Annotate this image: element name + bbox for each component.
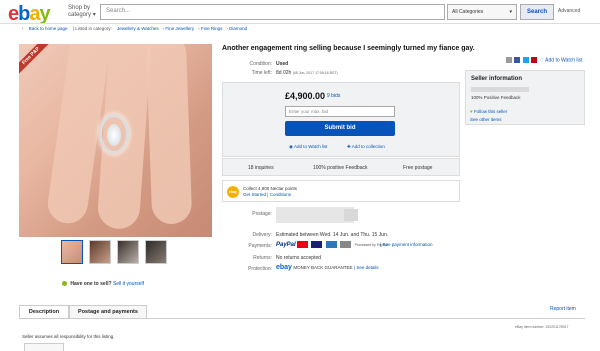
seller-name-redacted xyxy=(471,87,529,92)
diamond-gem xyxy=(107,124,121,146)
postage-label: Postage: xyxy=(252,211,272,217)
back-arrow-icon: ‹ xyxy=(22,26,24,31)
free-postage-ribbon: Free P&P xyxy=(19,44,53,78)
email-icon[interactable] xyxy=(506,57,512,63)
listing-stats: 18 inquiries 100% positive Feedback Free… xyxy=(222,158,460,176)
condition-value: Used xyxy=(276,61,289,67)
payment-methods: PayPal Processed by PayPal | See payment… xyxy=(276,241,432,248)
card-icon xyxy=(340,241,352,248)
processed-by-paypal: Processed by PayPal xyxy=(354,242,388,247)
eye-icon: ◉ xyxy=(289,144,293,149)
plus-icon: ✚ xyxy=(347,144,351,149)
see-other-items-link[interactable]: See other items xyxy=(470,117,502,122)
breadcrumb-item[interactable]: Jewellery & Watches xyxy=(117,26,159,31)
delivery-value: Estimated between Wed. 14 Jun. and Thu. … xyxy=(276,232,389,238)
finger-shape xyxy=(145,44,193,225)
returns-label: Returns: xyxy=(253,255,272,261)
facebook-icon[interactable] xyxy=(514,57,521,63)
delivery-label: Delivery: xyxy=(252,232,272,238)
current-price: £4,900.00 xyxy=(285,91,326,101)
tab-description[interactable]: Description xyxy=(19,305,69,319)
payments-label: Payments: xyxy=(248,243,272,249)
thumbnail-strip xyxy=(61,240,171,266)
time-left-label: Time left: xyxy=(251,70,272,76)
pinterest-icon[interactable] xyxy=(531,57,538,63)
time-left-value: 8d 02h (08 Jun, 2017 17:06:16 BST) xyxy=(276,70,338,76)
bid-panel: £4,900.00 9 bids Enter your max. bid Sub… xyxy=(222,82,460,157)
thumbnail-2[interactable] xyxy=(89,240,111,264)
protection-label: Protection: xyxy=(248,266,272,272)
max-bid-input[interactable]: Enter your max. bid xyxy=(285,106,395,117)
submit-bid-button[interactable]: Submit bid xyxy=(285,121,395,136)
listing-title: Another engagement ring selling because … xyxy=(222,45,475,52)
postage-summary: Free postage xyxy=(403,165,433,171)
advanced-search-link[interactable]: Advanced xyxy=(558,8,580,14)
ebay-protection-logo: ebay xyxy=(276,264,292,271)
see-details-link[interactable]: | See details xyxy=(354,265,379,270)
item-specifics-box xyxy=(24,343,64,351)
follow-seller-link[interactable]: ♥ Follow this seller xyxy=(470,109,507,114)
breadcrumb-item[interactable]: Fine Jewellery xyxy=(165,26,194,31)
money-back-guarantee: ebay MONEY BACK GUARANTEE | See details xyxy=(276,264,379,271)
tab-divider xyxy=(19,318,585,319)
seller-info-heading: Seller information xyxy=(471,76,523,82)
breadcrumb-item[interactable]: Diamond xyxy=(229,26,247,31)
breadcrumb: ‹ Back to home page | Listed in category… xyxy=(22,26,248,31)
category-select[interactable]: All Categories ▾ xyxy=(447,4,517,20)
visa-icon xyxy=(311,241,323,248)
back-to-home-link[interactable]: Back to home page xyxy=(29,26,68,31)
have-one-to-sell: Have one to sell? Sell it yourself xyxy=(62,281,144,287)
seller-assumes-text: Seller assumes all responsibility for th… xyxy=(22,334,115,339)
header-divider xyxy=(0,23,600,24)
sell-it-yourself-link[interactable]: Sell it yourself xyxy=(113,281,144,287)
add-to-watch-list-button[interactable]: ◉ Add to Watch list xyxy=(289,144,328,150)
paypal-logo: PayPal xyxy=(276,241,296,248)
get-started-link[interactable]: Get Started xyxy=(243,192,266,197)
listed-in-label: | Listed in category: xyxy=(72,26,112,31)
report-item-link[interactable]: Report item xyxy=(550,306,576,312)
breadcrumb-item[interactable]: Fine Rings xyxy=(201,26,223,31)
reward-links: Get Started | Conditions xyxy=(243,192,291,197)
postage-value-redacted xyxy=(344,209,358,221)
add-to-collection-button[interactable]: ✚ Add to collection xyxy=(347,144,385,150)
payment-info-link[interactable]: | See payment information xyxy=(380,242,432,247)
collect-points-text: Collect 4,900 Nectar points xyxy=(243,186,298,191)
heart-icon: ♥ xyxy=(470,109,473,114)
sell-icon xyxy=(62,281,67,287)
conditions-link[interactable]: | Conditions xyxy=(267,192,291,197)
share-bar: ♡ Add to Watch list xyxy=(506,57,583,63)
chevron-down-icon: ▾ xyxy=(509,9,512,15)
search-button[interactable]: Search xyxy=(520,4,554,20)
ebay-coin-icon: ebay xyxy=(227,186,239,198)
thumbnail-3[interactable] xyxy=(117,240,139,264)
bid-count-link[interactable]: 9 bids xyxy=(327,93,340,99)
tab-postage-payments[interactable]: Postage and payments xyxy=(69,305,147,319)
add-to-watch-list-link[interactable]: Add to Watch list xyxy=(545,57,582,63)
ebay-logo[interactable]: ebay xyxy=(8,4,51,24)
search-input[interactable]: Search... xyxy=(100,4,445,20)
thumbnail-1[interactable] xyxy=(61,240,83,264)
chevron-down-icon: ▾ xyxy=(92,12,96,18)
returns-value: No returns accepted xyxy=(276,255,322,261)
nectar-reward: ebay Collect 4,900 Nectar points Get Sta… xyxy=(222,180,460,202)
amex-icon xyxy=(325,241,337,248)
shop-by-category-button[interactable]: Shop by category ▾ xyxy=(68,5,98,19)
item-number: eBay item number: 192201178917 xyxy=(515,325,569,329)
postage-value-redacted xyxy=(276,207,354,223)
inquiries-count: 18 inquiries xyxy=(248,165,274,171)
main-product-image[interactable]: Free P&P xyxy=(19,44,212,237)
condition-label: Condition: xyxy=(249,61,272,67)
heart-icon: ♡ xyxy=(539,57,545,64)
mastercard-icon xyxy=(297,241,309,248)
seller-positive-feedback: 100% Positive Feedback xyxy=(471,95,521,100)
thumbnail-4[interactable] xyxy=(145,240,167,264)
twitter-icon[interactable] xyxy=(522,57,529,63)
seller-feedback: 100% positive Feedback xyxy=(313,165,368,171)
